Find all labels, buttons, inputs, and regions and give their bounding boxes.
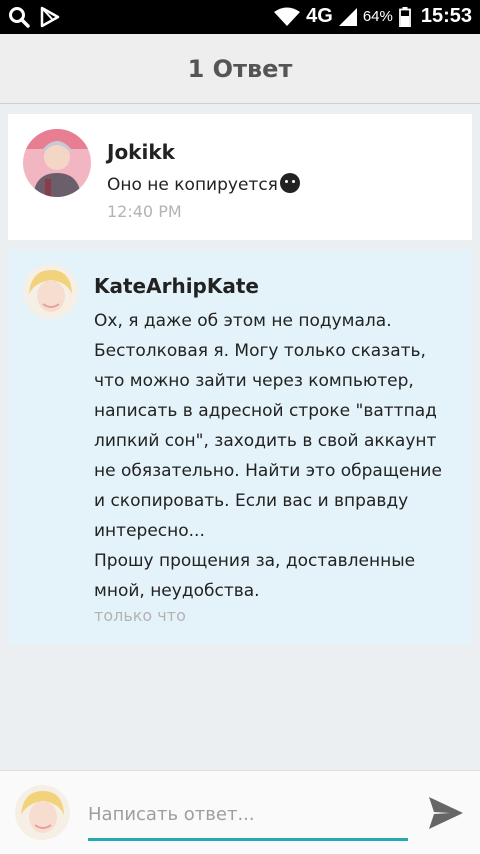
reply-text: Ох, я даже об этом не подумала. Бестолко…: [94, 306, 454, 606]
reply-input[interactable]: [88, 795, 408, 841]
reply-line: Бестолковая я. Могу только сказать,: [94, 341, 426, 361]
comment-time: 12:40 PM: [107, 202, 182, 221]
reply-line: Прошу прощения за, доставленные: [94, 551, 416, 571]
reply-line: мной, неудобства.: [94, 581, 260, 601]
emoji-icon: [279, 173, 300, 193]
avatar[interactable]: [23, 129, 91, 197]
search-icon: [9, 7, 30, 28]
app-header: 1 Ответ: [0, 34, 480, 104]
avatar[interactable]: [23, 264, 78, 319]
page-title: 1 Ответ: [187, 54, 293, 83]
reply-line: и скопировать. Если вас и вправду: [94, 491, 409, 511]
reply-time: только что: [94, 606, 186, 625]
network-type: 4G: [306, 5, 333, 27]
clock: 15:53: [420, 5, 472, 27]
battery-percent: 64%: [362, 8, 393, 25]
battery-icon: [398, 6, 411, 27]
reply-line: Ох, я даже об этом не подумала.: [94, 311, 392, 331]
reply-line: не обязательно. Найти это обращение: [94, 461, 442, 481]
comment-author[interactable]: Jokikk: [107, 140, 175, 164]
avatar: [15, 785, 70, 840]
send-icon[interactable]: [426, 793, 466, 833]
status-bar: 4G 64% 15:53: [0, 0, 480, 34]
comment-card: Jokikk Оно не копируется 12:40 PM: [8, 114, 472, 240]
reply-line: написать в адресной строке "ваттпад: [94, 401, 437, 421]
comment-text-content: Оно не копируется: [107, 175, 278, 195]
signal-icon: [338, 7, 357, 26]
reply-author[interactable]: KateArhipKate: [94, 274, 259, 298]
reply-line: липкий сон", заходить в свой аккаунт: [94, 431, 437, 451]
play-store-icon: [40, 6, 60, 28]
reply-card: KateArhipKate Ох, я даже об этом не поду…: [8, 250, 472, 644]
reply-line: что можно зайти через компьютер,: [94, 371, 414, 391]
reply-line: интересно...: [94, 521, 205, 541]
comment-text: Оно не копируется: [107, 170, 300, 200]
wifi-icon: [274, 7, 301, 26]
reply-composer: [0, 770, 480, 854]
